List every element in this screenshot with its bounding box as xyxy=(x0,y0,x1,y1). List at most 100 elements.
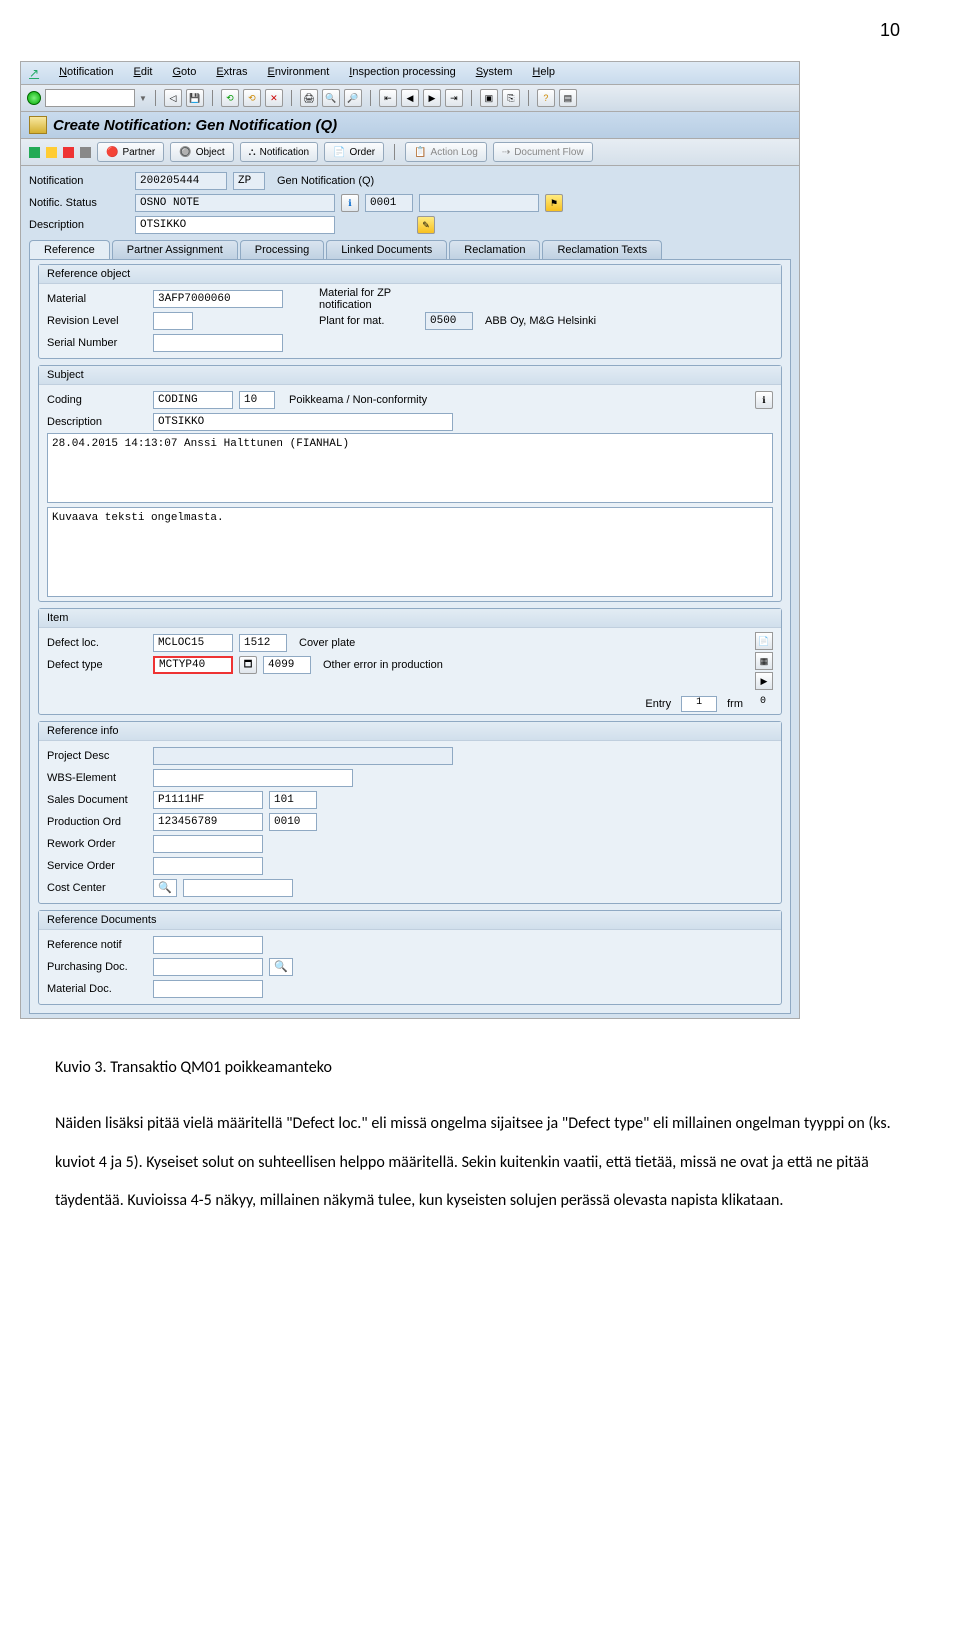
defect-type-input[interactable] xyxy=(153,656,233,674)
info-icon[interactable]: ℹ xyxy=(341,194,359,212)
cost-input[interactable] xyxy=(183,879,293,897)
tree-icon[interactable] xyxy=(80,147,91,158)
enter-button[interactable] xyxy=(27,91,41,105)
back-button[interactable]: ◁ xyxy=(164,89,182,107)
refnotif-input[interactable] xyxy=(153,936,263,954)
cost-search-input[interactable] xyxy=(153,879,177,897)
refdocs-group: Reference Documents Reference notif Purc… xyxy=(38,910,782,1005)
firstpage-icon[interactable]: ⇤ xyxy=(379,89,397,107)
defect-loc-num[interactable] xyxy=(239,634,287,652)
object-button[interactable]: 🔘Object xyxy=(170,142,233,162)
print-icon[interactable]: 🖨 xyxy=(300,89,318,107)
entry-row: Entry 1 frm 0 xyxy=(39,694,781,714)
status-text-input[interactable] xyxy=(419,194,539,212)
prod-input[interactable] xyxy=(153,813,263,831)
subject-title: Subject xyxy=(39,366,781,385)
wbs-input[interactable] xyxy=(153,769,353,787)
sales-item-input[interactable] xyxy=(269,791,317,809)
help-icon[interactable]: ? xyxy=(537,89,555,107)
notif-type-input[interactable] xyxy=(233,172,265,190)
flag-red-icon[interactable] xyxy=(63,147,74,158)
status-flag-icon[interactable]: ⚑ xyxy=(545,194,563,212)
menu-extras[interactable]: Extras xyxy=(216,66,247,80)
actionlog-button[interactable]: 📋Action Log xyxy=(405,142,487,162)
item-title: Item xyxy=(39,609,781,628)
desc-input[interactable] xyxy=(135,216,335,234)
menu-inspection[interactable]: Inspection processing xyxy=(349,66,455,80)
lastpage-icon[interactable]: ⇥ xyxy=(445,89,463,107)
desc-edit-icon[interactable]: ✎ xyxy=(417,216,435,234)
appbar: 🔴Partner 🔘Object ⛬Notification 📄Order 📋A… xyxy=(21,139,799,166)
cancel-icon[interactable]: ✕ xyxy=(265,89,283,107)
coding-num-input[interactable] xyxy=(239,391,275,409)
menu-environment[interactable]: Environment xyxy=(268,66,330,80)
plant-label: Plant for mat. xyxy=(319,315,419,327)
matdoc-input[interactable] xyxy=(153,980,263,998)
purch-search-input[interactable] xyxy=(269,958,293,976)
newwin-icon[interactable]: ▣ xyxy=(480,89,498,107)
find-icon[interactable]: 🔍 xyxy=(322,89,340,107)
menu-help[interactable]: Help xyxy=(532,66,555,80)
notification-button[interactable]: ⛬Notification xyxy=(240,142,318,162)
item-next-icon[interactable]: ▶ xyxy=(755,672,773,690)
coding-desc: Poikkeama / Non-conformity xyxy=(289,394,427,406)
subject-text-area[interactable] xyxy=(47,507,773,597)
proj-input[interactable] xyxy=(153,747,453,765)
plant-input[interactable] xyxy=(425,312,473,330)
menu-goto[interactable]: Goto xyxy=(172,66,196,80)
proj-label: Project Desc xyxy=(47,750,147,762)
flag-yellow-icon[interactable] xyxy=(46,147,57,158)
revision-input[interactable] xyxy=(153,312,193,330)
menu-edit[interactable]: Edit xyxy=(134,66,153,80)
serial-input[interactable] xyxy=(153,334,283,352)
tab-processing[interactable]: Processing xyxy=(240,240,324,259)
menubar: ↗ Notification Edit Goto Extras Environm… xyxy=(21,62,799,85)
purch-input[interactable] xyxy=(153,958,263,976)
defect-loc-desc: Cover plate xyxy=(299,637,355,649)
command-field[interactable] xyxy=(45,89,135,107)
page-number: 10 xyxy=(0,0,960,51)
tab-reference[interactable]: Reference xyxy=(29,240,110,259)
menu-system[interactable]: System xyxy=(476,66,513,80)
save-button[interactable]: 💾 xyxy=(186,89,204,107)
order-button[interactable]: 📄Order xyxy=(324,142,384,162)
toolbar: ▼ ◁ 💾 ⟲ ⟲ ✕ 🖨 🔍 🔎 ⇤ ◀ ▶ ⇥ ▣ ⎘ ? ▤ xyxy=(21,85,799,112)
shortcut-icon[interactable]: ⎘ xyxy=(502,89,520,107)
prod-label: Production Ord xyxy=(47,816,147,828)
defect-type-num[interactable] xyxy=(263,656,311,674)
entry-val: 1 xyxy=(681,696,717,712)
tab-linked[interactable]: Linked Documents xyxy=(326,240,447,259)
flag-green-icon[interactable] xyxy=(29,147,40,158)
docflow-button[interactable]: ⇢Document Flow xyxy=(493,142,593,162)
service-input[interactable] xyxy=(153,857,263,875)
item-new-icon[interactable]: 📄 xyxy=(755,632,773,650)
tab-reclamationtexts[interactable]: Reclamation Texts xyxy=(542,240,662,259)
notification-input[interactable] xyxy=(135,172,227,190)
tab-partner[interactable]: Partner Assignment xyxy=(112,240,238,259)
prevpage-icon[interactable]: ◀ xyxy=(401,89,419,107)
exit-icon[interactable]: ⟲ xyxy=(243,89,261,107)
status-input[interactable] xyxy=(135,194,335,212)
status-code-input[interactable] xyxy=(365,194,413,212)
item-detail-icon[interactable]: ▦ xyxy=(755,652,773,670)
matdoc-label: Material Doc. xyxy=(47,983,147,995)
subject-log-area[interactable] xyxy=(47,433,773,503)
title-icon xyxy=(29,116,47,134)
back-icon[interactable]: ⟲ xyxy=(221,89,239,107)
refinfo-group: Reference info Project Desc WBS-Element … xyxy=(38,721,782,904)
menu-notification[interactable]: Notification xyxy=(59,66,113,80)
defect-type-search-icon[interactable]: 🗖 xyxy=(239,656,257,674)
nextpage-icon[interactable]: ▶ xyxy=(423,89,441,107)
layout-icon[interactable]: ▤ xyxy=(559,89,577,107)
coding-info-icon[interactable]: ℹ xyxy=(755,391,773,409)
material-input[interactable] xyxy=(153,290,283,308)
partner-button[interactable]: 🔴Partner xyxy=(97,142,164,162)
defect-loc-input[interactable] xyxy=(153,634,233,652)
rework-input[interactable] xyxy=(153,835,263,853)
prod-item-input[interactable] xyxy=(269,813,317,831)
sales-input[interactable] xyxy=(153,791,263,809)
tab-reclamation[interactable]: Reclamation xyxy=(449,240,540,259)
subject-desc-input[interactable] xyxy=(153,413,453,431)
findnext-icon[interactable]: 🔎 xyxy=(344,89,362,107)
coding-input[interactable] xyxy=(153,391,233,409)
